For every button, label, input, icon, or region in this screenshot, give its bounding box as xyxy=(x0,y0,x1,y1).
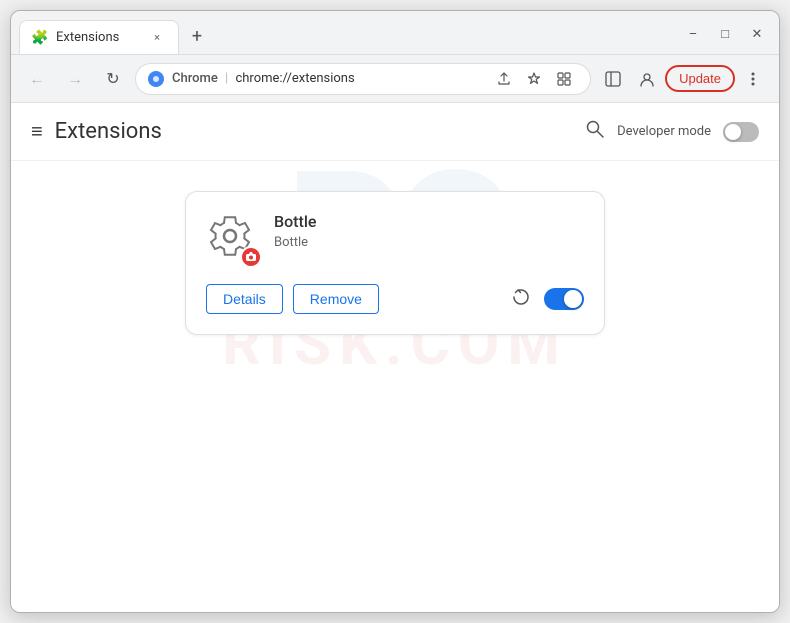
url-path: chrome://extensions xyxy=(235,71,354,86)
update-button[interactable]: Update xyxy=(665,65,735,92)
forward-icon: → xyxy=(67,69,83,89)
extension-right-controls xyxy=(510,286,584,313)
extension-badge xyxy=(240,246,262,268)
title-bar: 🧩 Extensions × + – □ ✕ xyxy=(11,11,779,55)
profile-button[interactable] xyxy=(631,63,663,95)
page-content: ≡ Extensions Developer mode PC RISK.COM xyxy=(11,103,779,612)
extension-top: Bottle Bottle xyxy=(206,212,584,264)
remove-button[interactable]: Remove xyxy=(293,284,379,314)
extension-card: Bottle Bottle Details Remove xyxy=(185,191,605,335)
minimize-button[interactable]: – xyxy=(679,20,707,48)
search-icon[interactable] xyxy=(585,119,605,144)
url-bar[interactable]: Chrome | chrome://extensions xyxy=(135,63,591,95)
extensions-header: ≡ Extensions Developer mode xyxy=(11,103,779,161)
developer-mode-label: Developer mode xyxy=(617,124,711,139)
refresh-icon: ↻ xyxy=(106,69,119,88)
url-separator: | xyxy=(225,71,231,86)
new-tab-button[interactable]: + xyxy=(183,22,211,50)
extension-name: Bottle xyxy=(274,212,584,231)
url-text: Chrome | chrome://extensions xyxy=(172,71,355,86)
chrome-menu-button[interactable] xyxy=(737,63,769,95)
extension-info: Bottle Bottle xyxy=(274,212,584,250)
url-site-name: Chrome xyxy=(172,71,218,86)
address-bar: ← → ↻ Chrome | chrome://extensions xyxy=(11,55,779,103)
tab-close-button[interactable]: × xyxy=(148,29,166,47)
back-button[interactable]: ← xyxy=(21,63,53,95)
extension-actions: Details Remove xyxy=(206,284,584,314)
close-button[interactable]: ✕ xyxy=(743,20,771,48)
forward-button[interactable]: → xyxy=(59,63,91,95)
extensions-title-area: ≡ Extensions xyxy=(31,119,162,144)
extension-refresh-icon[interactable] xyxy=(510,286,532,313)
extension-enable-toggle[interactable] xyxy=(544,288,584,310)
extensions-list: PC RISK.COM xyxy=(11,161,779,365)
page-title: Extensions xyxy=(55,119,162,144)
window-controls: – □ ✕ xyxy=(679,20,771,54)
sidebar-toggle-button[interactable] xyxy=(597,63,629,95)
details-button[interactable]: Details xyxy=(206,284,283,314)
maximize-button[interactable]: □ xyxy=(711,20,739,48)
extension-action-buttons: Details Remove xyxy=(206,284,379,314)
back-icon: ← xyxy=(29,69,45,89)
browser-window: 🧩 Extensions × + – □ ✕ ← → ↻ xyxy=(10,10,780,613)
header-right: Developer mode xyxy=(585,119,759,144)
toolbar-buttons: Update xyxy=(597,63,769,95)
browser-tab[interactable]: 🧩 Extensions × xyxy=(19,20,179,54)
tab-favicon-icon: 🧩 xyxy=(32,30,48,46)
extensions-toolbar-button[interactable] xyxy=(550,65,578,93)
url-action-buttons xyxy=(490,65,578,93)
share-button[interactable] xyxy=(490,65,518,93)
developer-mode-toggle[interactable] xyxy=(723,122,759,142)
extension-icon-wrapper xyxy=(206,212,258,264)
hamburger-menu-icon[interactable]: ≡ xyxy=(31,119,43,144)
bookmark-button[interactable] xyxy=(520,65,548,93)
extension-description: Bottle xyxy=(274,235,584,250)
tab-title: Extensions xyxy=(56,30,140,45)
refresh-button[interactable]: ↻ xyxy=(97,63,129,95)
site-security-icon xyxy=(148,71,164,87)
